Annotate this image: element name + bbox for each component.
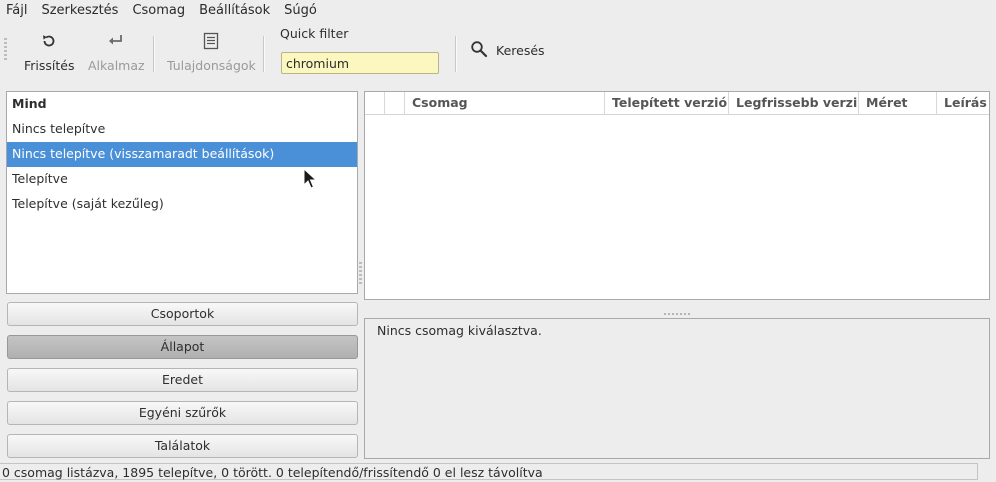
refresh-button[interactable]: Frissítés: [24, 30, 75, 73]
quick-filter-label: Quick filter: [280, 26, 349, 41]
filter-item-residual-config[interactable]: Nincs telepítve (visszamaradt beállításo…: [7, 142, 357, 167]
package-table: Csomag Telepített verzió Legfrissebb ver…: [364, 91, 990, 300]
apply-button[interactable]: Alkalmaz: [88, 30, 145, 73]
filter-item-installed-manual[interactable]: Telepítve (saját kezűleg): [7, 192, 357, 217]
filter-list: Mind Nincs telepítve Nincs telepítve (vi…: [6, 91, 358, 294]
filter-item-all[interactable]: Mind: [7, 92, 357, 117]
table-header: Csomag Telepített verzió Legfrissebb ver…: [365, 92, 989, 115]
toolbar-separator: [263, 36, 265, 72]
status-button[interactable]: Állapot: [7, 335, 358, 359]
quick-filter-input[interactable]: [281, 52, 439, 74]
groups-button[interactable]: Csoportok: [7, 302, 358, 326]
refresh-icon: [38, 30, 60, 52]
column-header-description[interactable]: Leírás: [937, 92, 989, 114]
pane-splitter-horizontal[interactable]: [664, 313, 690, 315]
column-header-installed-version[interactable]: Telepített verzió: [605, 92, 729, 114]
toolbar-separator: [153, 36, 155, 72]
details-pane: Nincs csomag kiválasztva.: [364, 318, 990, 459]
refresh-label: Frissítés: [24, 58, 75, 73]
toolbar-grip[interactable]: [4, 38, 7, 62]
menu-package[interactable]: Csomag: [125, 0, 192, 22]
apply-label: Alkalmaz: [88, 58, 145, 73]
menu-file[interactable]: Fájl: [0, 0, 34, 22]
details-text: Nincs csomag kiválasztva.: [377, 323, 542, 338]
toolbar: Frissítés Alkalmaz Tulajdonságok Quick f…: [0, 24, 996, 84]
column-header-package[interactable]: Csomag: [405, 92, 605, 114]
menu-settings[interactable]: Beállítások: [192, 0, 277, 22]
search-label: Keresés: [496, 43, 545, 58]
menu-help[interactable]: Súgó: [277, 0, 324, 22]
custom-filters-button[interactable]: Egyéni szűrők: [7, 401, 358, 425]
properties-button[interactable]: Tulajdonságok: [167, 30, 256, 73]
apply-icon: [105, 30, 127, 52]
properties-icon: [200, 30, 222, 52]
pane-splitter-vertical[interactable]: [359, 262, 362, 286]
menubar: Fájl Szerkesztés Csomag Beállítások Súgó: [0, 0, 996, 22]
toolbar-separator: [455, 36, 457, 72]
column-header-status[interactable]: [365, 92, 385, 114]
search-button[interactable]: Keresés: [470, 40, 545, 61]
column-header-support[interactable]: [385, 92, 405, 114]
properties-label: Tulajdonságok: [167, 58, 256, 73]
menu-edit[interactable]: Szerkesztés: [34, 0, 125, 22]
origin-button[interactable]: Eredet: [7, 368, 358, 392]
search-results-button[interactable]: Találatok: [7, 434, 358, 458]
search-icon: [470, 40, 488, 61]
mouse-cursor-icon: [303, 168, 317, 189]
column-header-latest-version[interactable]: Legfrissebb verzi: [729, 92, 859, 114]
filter-item-not-installed[interactable]: Nincs telepítve: [7, 117, 357, 142]
status-bar: 0 csomag listázva, 1895 telepítve, 0 tör…: [0, 463, 978, 480]
column-header-size[interactable]: Méret: [859, 92, 937, 114]
